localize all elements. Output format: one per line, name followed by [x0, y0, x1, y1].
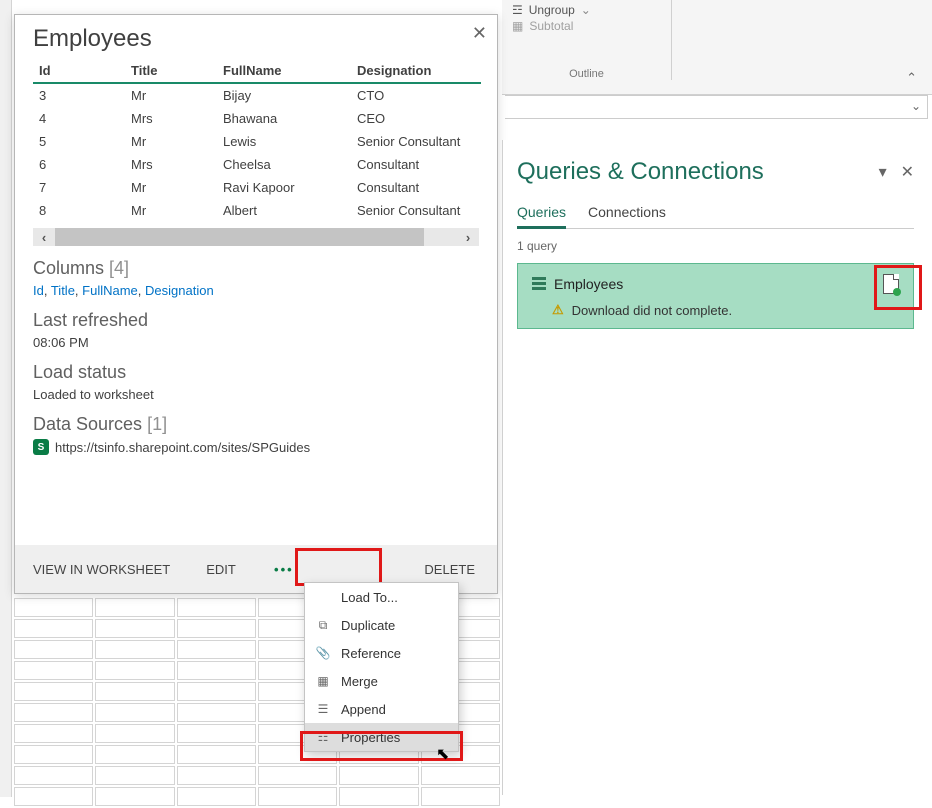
columns-list: Id, Title, FullName, Designation — [33, 283, 479, 298]
formula-bar[interactable]: ⌄ — [505, 95, 928, 119]
cell: Cheelsa — [217, 153, 351, 176]
view-in-worksheet-button[interactable]: VIEW IN WORKSHEET — [15, 545, 188, 593]
preview-scrollbar[interactable]: ‹ › — [33, 228, 479, 246]
pane-options-icon[interactable]: ▾ — [879, 162, 887, 182]
cell: Senior Consultant — [351, 199, 481, 222]
col-link-designation[interactable]: Designation — [145, 283, 214, 298]
cell: Mr — [125, 130, 217, 153]
cell: 4 — [33, 107, 125, 130]
cell: Senior Consultant — [351, 130, 481, 153]
ribbon-ungroup-label: Ungroup — [529, 3, 575, 17]
tab-connections[interactable]: Connections — [588, 198, 666, 228]
col-title: Title — [125, 59, 217, 83]
cell: Bhawana — [217, 107, 351, 130]
menu-duplicate[interactable]: ⧉ Duplicate — [305, 611, 458, 639]
ribbon-group-caption: Outline — [502, 68, 671, 80]
formula-bar-expand-icon[interactable]: ⌄ — [911, 99, 921, 113]
refreshed-heading: Last refreshed — [33, 310, 479, 331]
source-line: S https://tsinfo.sharepoint.com/sites/SP… — [33, 439, 479, 455]
table-row: 3MrBijayCTO — [33, 83, 481, 107]
ribbon-collapse-chevron-icon[interactable]: ⌃ — [906, 70, 917, 86]
ribbon-group-outline: ☲ Ungroup ⌄ ▦ Subtotal Outline — [502, 0, 672, 80]
pane-close-icon[interactable]: ✕ — [901, 162, 914, 182]
flyout-title: Employees — [15, 15, 497, 59]
ribbon-subtotal[interactable]: ▦ Subtotal — [508, 18, 665, 34]
pane-title-row: Queries & Connections ▾ ✕ — [517, 158, 914, 186]
load-value: Loaded to worksheet — [33, 387, 479, 402]
reference-icon: 📎 — [315, 645, 331, 661]
col-link-title[interactable]: Title — [51, 283, 75, 298]
warning-icon: ⚠ — [552, 302, 564, 318]
blank-icon — [315, 589, 331, 605]
cell: Bijay — [217, 83, 351, 107]
subtotal-icon: ▦ — [512, 19, 523, 33]
ungroup-icon: ☲ — [512, 3, 523, 17]
context-menu: Load To... ⧉ Duplicate 📎 Reference ▦ Mer… — [304, 582, 459, 752]
cell: Consultant — [351, 176, 481, 199]
cell: 3 — [33, 83, 125, 107]
source-url: https://tsinfo.sharepoint.com/sites/SPGu… — [55, 440, 310, 455]
col-link-fullname[interactable]: FullName — [82, 283, 138, 298]
cell: Consultant — [351, 153, 481, 176]
query-count: 1 query — [517, 239, 914, 253]
refreshed-value: 08:06 PM — [33, 335, 479, 350]
cell: Mrs — [125, 107, 217, 130]
menu-merge[interactable]: ▦ Merge — [305, 667, 458, 695]
preview-table: Id Title FullName Designation 3MrBijayCT… — [33, 59, 481, 222]
scroll-thumb[interactable] — [55, 228, 424, 246]
table-row: 5MrLewisSenior Consultant — [33, 130, 481, 153]
ribbon-area: ☲ Ungroup ⌄ ▦ Subtotal Outline ⌃ — [502, 0, 932, 95]
load-heading: Load status — [33, 362, 479, 383]
cell: Ravi Kapoor — [217, 176, 351, 199]
cell: 5 — [33, 130, 125, 153]
table-row: 8MrAlbertSenior Consultant — [33, 199, 481, 222]
col-designation: Designation — [351, 59, 481, 83]
cell: Lewis — [217, 130, 351, 153]
queries-connections-pane: Queries & Connections ▾ ✕ Queries Connec… — [502, 140, 928, 795]
cell: Mrs — [125, 153, 217, 176]
col-id: Id — [33, 59, 125, 83]
ribbon-ungroup[interactable]: ☲ Ungroup ⌄ — [508, 2, 665, 18]
table-row: 7MrRavi KapoorConsultant — [33, 176, 481, 199]
cell: CEO — [351, 107, 481, 130]
col-fullname: FullName — [217, 59, 351, 83]
menu-reference[interactable]: 📎 Reference — [305, 639, 458, 667]
tab-queries[interactable]: Queries — [517, 198, 566, 229]
duplicate-icon: ⧉ — [315, 617, 331, 633]
table-row: 6MrsCheelsaConsultant — [33, 153, 481, 176]
annotation-box — [295, 548, 382, 586]
append-icon: ☰ — [315, 701, 331, 717]
pane-title: Queries & Connections — [517, 158, 764, 186]
sharepoint-icon: S — [33, 439, 49, 455]
mouse-cursor-icon: ⬉ — [436, 744, 449, 764]
cell: Mr — [125, 83, 217, 107]
cell: 7 — [33, 176, 125, 199]
scroll-right-icon[interactable]: › — [457, 228, 479, 246]
sources-heading: Data Sources [1] — [33, 414, 479, 435]
menu-load-to[interactable]: Load To... — [305, 583, 458, 611]
cell: Mr — [125, 176, 217, 199]
scroll-left-icon[interactable]: ‹ — [33, 228, 55, 246]
table-icon — [532, 277, 546, 291]
menu-append[interactable]: ☰ Append — [305, 695, 458, 723]
chevron-down-icon: ⌄ — [581, 3, 591, 17]
ribbon-subtotal-label: Subtotal — [529, 19, 573, 33]
col-link-id[interactable]: Id — [33, 283, 44, 298]
cell: Mr — [125, 199, 217, 222]
annotation-box — [874, 265, 922, 310]
cell: 8 — [33, 199, 125, 222]
cell: 6 — [33, 153, 125, 176]
cell: CTO — [351, 83, 481, 107]
columns-heading: Columns [4] — [33, 258, 479, 279]
table-row: 4MrsBhawanaCEO — [33, 107, 481, 130]
query-name: Employees — [554, 276, 623, 292]
merge-icon: ▦ — [315, 673, 331, 689]
pane-tabs: Queries Connections — [517, 198, 914, 229]
warning-text: Download did not complete. — [572, 303, 732, 318]
cell: Albert — [217, 199, 351, 222]
edit-button[interactable]: EDIT — [188, 545, 254, 593]
close-icon[interactable]: ✕ — [472, 23, 487, 44]
query-preview-flyout: ✕ Employees Id Title FullName Designatio… — [14, 14, 498, 594]
query-item[interactable]: Employees ⚠ Download did not complete. — [517, 263, 914, 329]
